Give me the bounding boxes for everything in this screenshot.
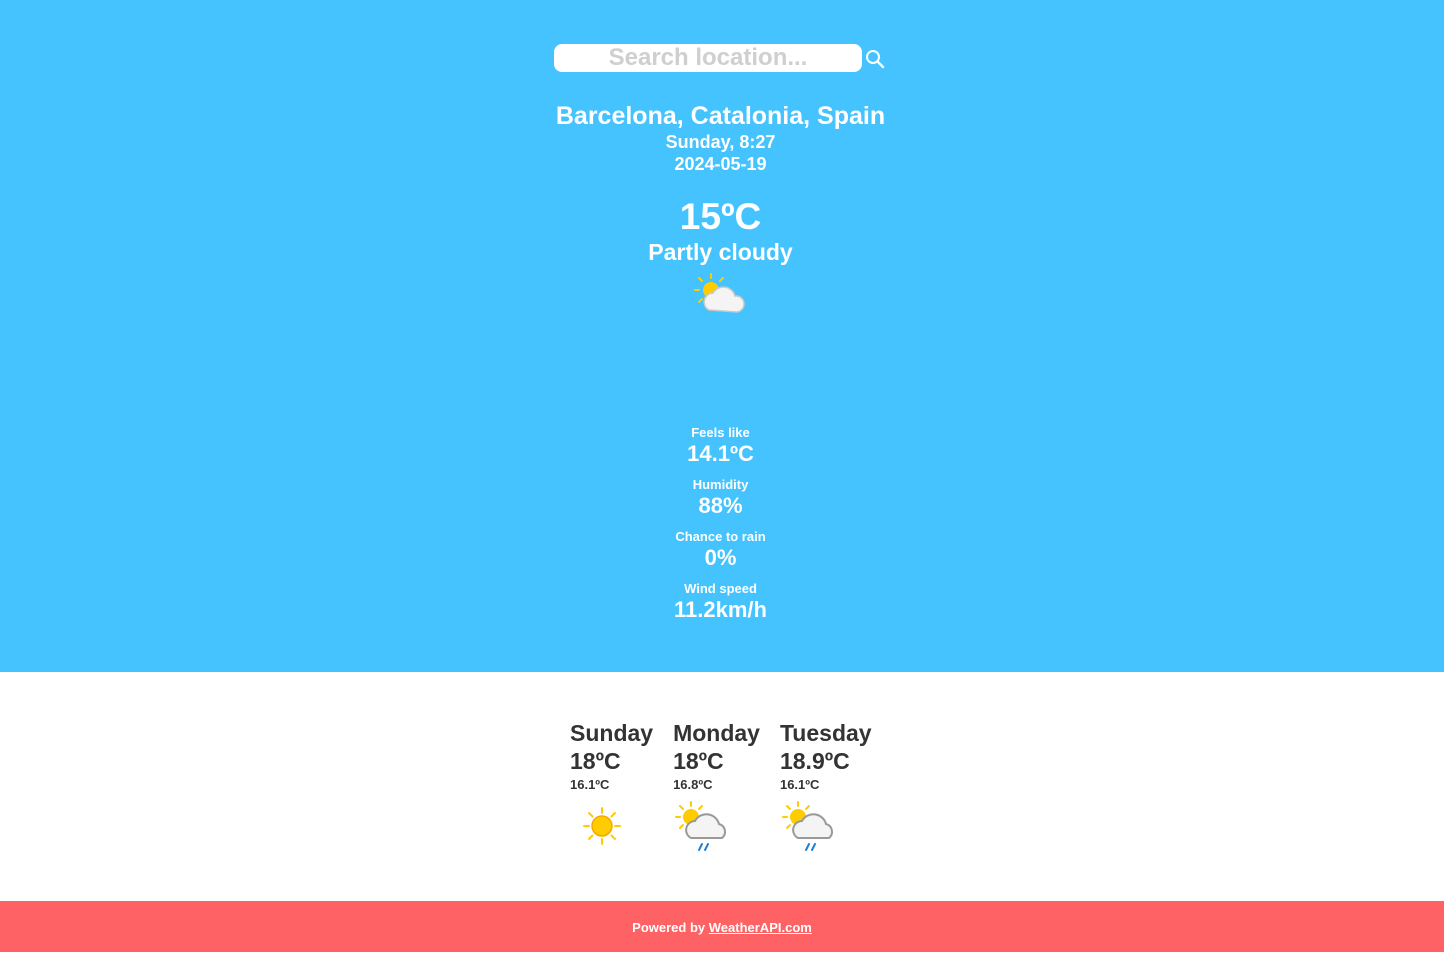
location-name: Barcelona, Catalonia, Spain [555,102,886,130]
forecast-day-name: Sunday [570,720,654,746]
partly-cloudy-icon [693,273,745,313]
patchy-rain-icon [675,801,727,851]
stat-value: 11.2km/h [674,597,767,622]
current-weather-panel: Barcelona, Catalonia, Spain Sunday, 8:27… [0,0,1444,672]
forecast-day: Tuesday 18.9ºC 16.1ºC [780,718,872,856]
stat-label: Chance to rain [675,529,766,544]
forecast-day-name: Tuesday [779,720,872,746]
forecast-list: Sunday 18ºC 16.1ºC Monday 18ºC 16.8ºC Tu… [570,718,892,856]
search-bar [554,44,894,72]
footer: Powered by WeatherAPI.com [0,901,1444,952]
stat-humidity: Humidity 88% [0,477,1441,519]
forecast-min-temp: 16.1ºC [570,777,610,792]
current-condition: Partly cloudy [648,239,793,265]
stat-value: 88% [698,493,743,518]
local-date: 2024-05-19 [674,154,767,174]
stat-value: 14.1ºC [687,441,754,466]
patchy-rain-icon [781,801,833,851]
local-day-time: Sunday, 8:27 [665,132,776,152]
search-icon[interactable] [864,48,886,70]
forecast-day: Monday 18ºC 16.8ºC [673,718,760,856]
weatherapi-link[interactable]: WeatherAPI.com [709,920,812,935]
stat-chance-of-rain: Chance to rain 0% [0,529,1441,571]
forecast-min-temp: 16.1ºC [779,777,820,792]
stat-label: Humidity [692,477,749,492]
forecast-day: Sunday 18ºC 16.1ºC [570,718,653,856]
stat-feels-like: Feels like 14.1ºC [0,425,1441,467]
forecast-day-name: Monday [673,720,760,746]
forecast-max-temp: 18ºC [570,748,621,774]
forecast-min-temp: 16.8ºC [673,777,713,792]
stat-wind-speed: Wind speed 11.2km/h [0,581,1441,623]
forecast-max-temp: 18.9ºC [779,748,850,774]
stat-label: Wind speed [684,581,757,596]
search-input[interactable] [554,44,862,72]
stat-value: 0% [704,545,737,570]
stat-label: Feels like [691,425,750,440]
footer-powered-by: Powered by [632,920,709,935]
forecast-max-temp: 18ºC [673,748,724,774]
current-temperature: 15ºC [679,196,762,237]
sunny-icon [583,807,621,845]
